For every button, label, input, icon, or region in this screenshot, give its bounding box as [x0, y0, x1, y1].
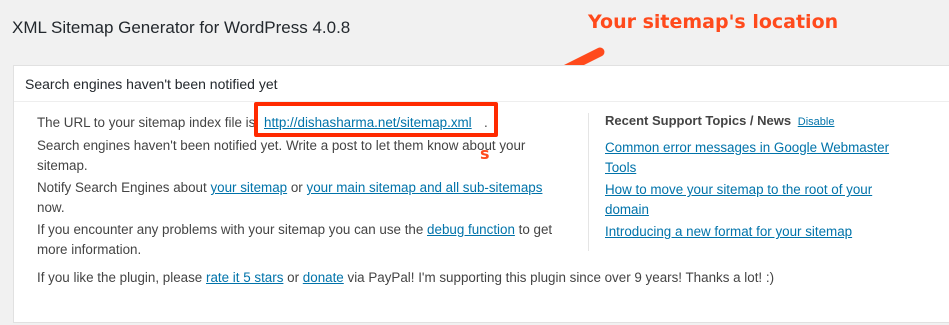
- support-topic-link-1-line2: Tools: [605, 160, 637, 175]
- notify-prefix: Notify Search Engines about: [37, 180, 207, 195]
- url-prefix-text: The URL to your sitemap index file is:: [37, 115, 260, 130]
- like-mid: or: [287, 270, 300, 285]
- problems-line-2: more information.: [37, 242, 142, 257]
- disable-link[interactable]: Disable: [798, 116, 835, 128]
- sitemap-url-link[interactable]: http://dishasharma.net/sitemap.xml: [264, 113, 472, 133]
- support-topics-title-text: Recent Support Topics / News: [605, 113, 792, 128]
- rate-link[interactable]: rate it 5 stars: [206, 270, 283, 285]
- notify-sitemap-link[interactable]: your sitemap: [210, 180, 287, 195]
- problems-prefix: If you encounter any problems with your …: [37, 222, 424, 237]
- like-suffix: via PayPal! I'm supporting this plugin s…: [347, 270, 775, 285]
- debug-function-link[interactable]: debug function: [427, 222, 515, 237]
- like-line: If you like the plugin, please rate it 5…: [37, 268, 774, 288]
- donate-link[interactable]: donate: [303, 270, 344, 285]
- panel-heading: Search engines haven't been notified yet: [14, 66, 949, 102]
- not-notified-text-2: sitemap.: [37, 158, 88, 173]
- problems-suffix: to get: [518, 222, 553, 237]
- support-topic-link-3-line1: Introducing a new format for your sitema…: [605, 224, 853, 239]
- like-prefix: If you like the plugin, please: [37, 270, 203, 285]
- support-topic-link-1[interactable]: Common error messages in Google Webmaste…: [605, 138, 889, 178]
- support-topics-title: Recent Support Topics / News Disable: [605, 113, 834, 128]
- notify-now-text: now.: [37, 200, 65, 215]
- problems-line: If you encounter any problems with your …: [37, 220, 552, 240]
- notify-mid: or: [290, 180, 303, 195]
- notify-line: Notify Search Engines about your sitemap…: [37, 178, 542, 198]
- support-topic-link-1-line1: Common error messages in Google Webmaste…: [605, 140, 890, 155]
- page-title: XML Sitemap Generator for WordPress 4.0.…: [12, 18, 351, 37]
- support-topic-link-3[interactable]: Introducing a new format for your sitema…: [605, 222, 852, 242]
- support-topic-link-2-line2: domain: [605, 202, 649, 217]
- support-topic-link-2-line1: How to move your sitemap to the root of …: [605, 182, 873, 197]
- notify-all-sitemaps-link[interactable]: your main sitemap and all sub-sitemaps: [307, 180, 543, 195]
- annotation-title: Your sitemap's location: [588, 11, 839, 33]
- support-topic-link-2[interactable]: How to move your sitemap to the root of …: [605, 180, 872, 220]
- column-divider: [588, 113, 589, 251]
- url-suffix-text: .: [484, 115, 488, 130]
- not-notified-text: Search engines haven't been notified yet…: [37, 138, 526, 153]
